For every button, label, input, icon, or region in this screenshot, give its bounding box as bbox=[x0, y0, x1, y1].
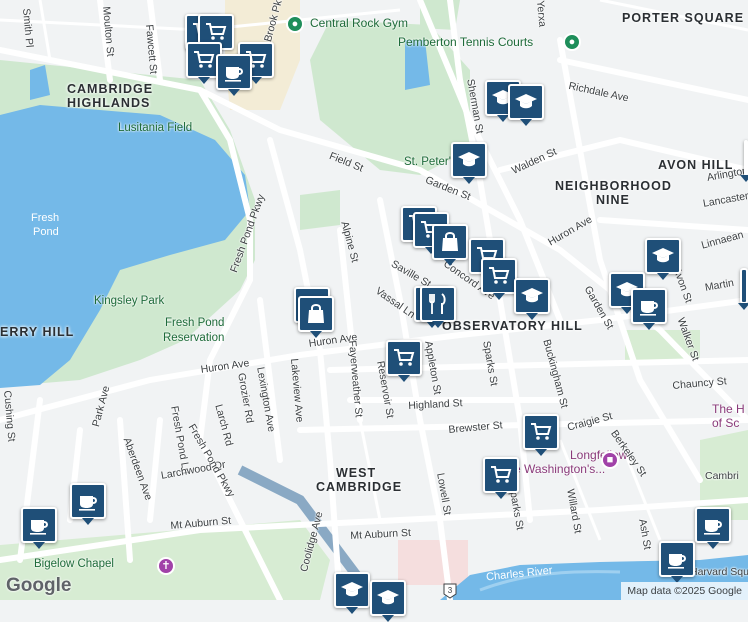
gym-pin-icon[interactable]: ● bbox=[286, 15, 304, 33]
marker-partial[interactable] bbox=[740, 140, 748, 182]
coffee-cup-icon bbox=[668, 554, 686, 569]
shopping-cart-icon bbox=[206, 23, 227, 40]
shopping-cart-icon bbox=[394, 349, 415, 366]
marker-coffee[interactable] bbox=[631, 288, 667, 330]
coffee-cup-icon bbox=[79, 496, 97, 511]
label-bigelow-chapel: Bigelow Chapel bbox=[34, 558, 114, 570]
chapel-pin-icon[interactable]: ✝ bbox=[157, 557, 175, 575]
marker-shopping-cart[interactable] bbox=[481, 258, 517, 300]
graduation-cap-icon bbox=[341, 582, 363, 597]
graduation-cap-icon bbox=[652, 248, 674, 263]
google-logo[interactable]: Google bbox=[6, 575, 71, 597]
shopping-cart-icon bbox=[489, 267, 510, 284]
label-west: WEST bbox=[336, 466, 377, 480]
label-pemberton-tennis-courts[interactable]: Pemberton Tennis Courts bbox=[398, 35, 533, 49]
marker-coffee[interactable] bbox=[21, 507, 57, 549]
coffee-cup-icon bbox=[704, 520, 722, 535]
marker-coffee[interactable] bbox=[70, 483, 106, 525]
label-the-h[interactable]: The H bbox=[712, 402, 745, 416]
label-fresh-pond: Fresh Pond bbox=[165, 317, 225, 329]
shopping-cart-icon bbox=[194, 51, 215, 68]
label-of-sc[interactable]: of Sc bbox=[712, 416, 739, 430]
marker-school[interactable] bbox=[334, 572, 370, 614]
street-harvard-square: Harvard Square bbox=[690, 566, 748, 578]
graduation-cap-icon bbox=[515, 94, 537, 109]
marker-school[interactable] bbox=[451, 142, 487, 184]
marker-shopping-cart[interactable] bbox=[483, 457, 519, 499]
coffee-cup-icon bbox=[640, 301, 658, 316]
marker-shopping-bag[interactable] bbox=[432, 224, 468, 266]
marker-school[interactable] bbox=[514, 278, 550, 320]
label-neighborhood: NEIGHBORHOOD bbox=[555, 179, 672, 193]
shopping-cart-icon bbox=[491, 466, 512, 483]
label-erry-hill: ERRY HILL bbox=[0, 325, 75, 339]
marker-partial[interactable] bbox=[738, 268, 748, 310]
marker-school[interactable] bbox=[370, 580, 406, 622]
museum-pin-icon[interactable]: ■ bbox=[601, 451, 619, 469]
label-kingsley-park: Kingsley Park bbox=[94, 295, 165, 307]
marker-coffee[interactable] bbox=[216, 54, 252, 96]
marker-school[interactable] bbox=[645, 238, 681, 280]
label-cambridge-west: CAMBRIDGE bbox=[316, 480, 403, 494]
marker-coffee[interactable] bbox=[695, 507, 731, 549]
street-cambri: Cambri bbox=[705, 470, 739, 482]
marker-coffee[interactable] bbox=[659, 541, 695, 583]
coffee-cup-icon bbox=[30, 520, 48, 535]
map-attribution[interactable]: Map data ©2025 Google bbox=[621, 582, 748, 600]
graduation-cap-icon bbox=[377, 590, 399, 605]
label-pond: Pond bbox=[33, 226, 59, 238]
marker-shopping-cart[interactable] bbox=[523, 414, 559, 456]
marker-shopping-cart[interactable] bbox=[386, 340, 422, 382]
small-park bbox=[300, 190, 340, 230]
graduation-cap-icon bbox=[458, 152, 480, 167]
label-cambridge: CAMBRIDGE bbox=[67, 82, 154, 96]
label-fresh: Fresh bbox=[31, 212, 60, 224]
label-central-rock-gym[interactable]: Central Rock Gym bbox=[310, 16, 408, 30]
fork-knife-icon bbox=[429, 293, 446, 314]
street-yerxa: Yerxa bbox=[534, 0, 549, 28]
marker-school[interactable] bbox=[508, 84, 544, 126]
label-porter-square: PORTER SQUARE bbox=[622, 11, 745, 25]
label-highlands: HIGHLANDS bbox=[67, 96, 151, 110]
marker-shopping-bag[interactable] bbox=[298, 296, 334, 338]
route-shield-label: 3 bbox=[448, 586, 453, 595]
label-reservation: Reservation bbox=[163, 332, 225, 344]
coffee-cup-icon bbox=[225, 67, 243, 82]
shopping-cart-icon bbox=[531, 423, 552, 440]
graduation-cap-icon bbox=[521, 288, 543, 303]
label-observatory-hill: OBSERVATORY HILL bbox=[442, 319, 583, 333]
label-lusitania-field: Lusitania Field bbox=[118, 122, 193, 134]
shopping-bag-icon bbox=[442, 232, 458, 251]
marker-restaurant[interactable] bbox=[420, 286, 456, 328]
label-nine: NINE bbox=[596, 193, 630, 207]
tennis-pin-icon[interactable]: ● bbox=[563, 33, 581, 51]
shopping-bag-icon bbox=[308, 304, 324, 323]
